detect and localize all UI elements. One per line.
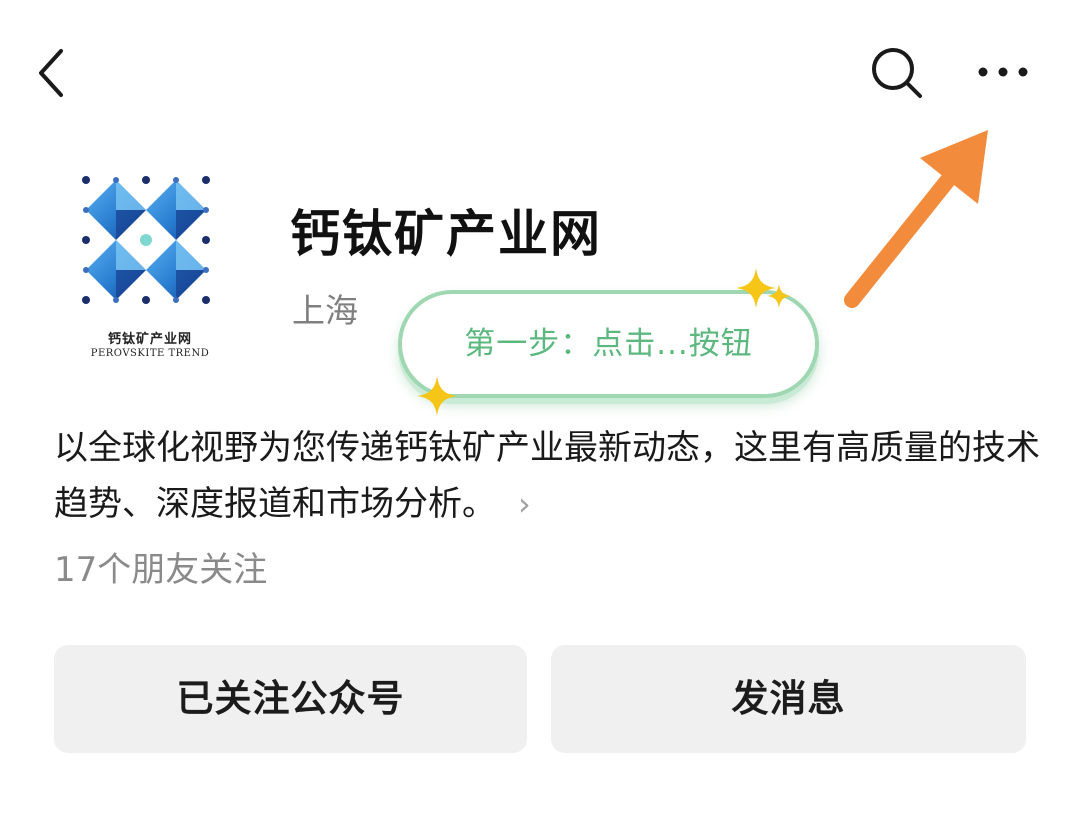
- back-button[interactable]: [30, 45, 76, 101]
- search-icon: [872, 48, 922, 98]
- sparkle-icon: [417, 376, 457, 416]
- followed-account-button[interactable]: 已关注公众号: [54, 645, 527, 753]
- search-button[interactable]: [864, 42, 930, 104]
- sparkle-icon: [767, 284, 791, 308]
- send-message-button[interactable]: 发消息: [551, 645, 1026, 753]
- chevron-right-icon: ›: [518, 485, 531, 523]
- perovskite-lattice-logo: [82, 176, 210, 304]
- description-text: 以全球化视野为您传递钙钛矿产业最新动态，这里有高质量的技术趋势、深度报道和市场分…: [54, 428, 1040, 524]
- friends-following-count[interactable]: 17个朋友关注: [54, 542, 267, 591]
- account-location: 上海: [292, 291, 358, 330]
- account-description[interactable]: 以全球化视野为您传递钙钛矿产业最新动态，这里有高质量的技术趋势、深度报道和市场分…: [54, 420, 1044, 532]
- step-tip-text: 第一步：点击...按钮: [464, 326, 753, 362]
- account-logo: 钙钛矿产业网 PEROVSKITE TREND: [66, 172, 234, 372]
- more-button[interactable]: [966, 52, 1038, 92]
- logo-title-en: PEROVSKITE TREND: [90, 348, 210, 359]
- orange-arrow-annotation: [844, 130, 988, 308]
- account-name: 钙钛矿产业网: [290, 205, 602, 263]
- logo-title-cn: 钙钛矿产业网: [107, 332, 192, 347]
- more-horizontal-icon: [978, 67, 1028, 77]
- chevron-left-icon: [39, 49, 63, 97]
